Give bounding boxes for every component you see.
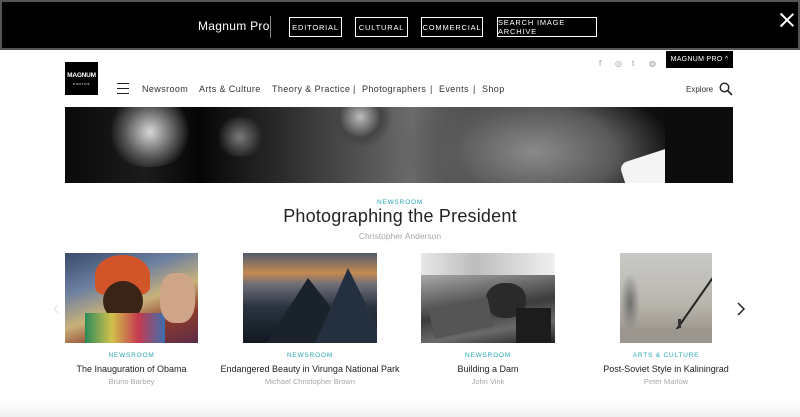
nav-shop[interactable]: Shop <box>482 84 505 94</box>
cultural-button[interactable]: CULTURAL <box>355 17 408 37</box>
search-image-archive-button[interactable]: SEARCH IMAGE ARCHIVE <box>497 17 597 37</box>
nav-separator: | <box>353 84 356 94</box>
nav-separator: | <box>430 84 433 94</box>
card-author: John Vink <box>471 377 505 386</box>
card-category[interactable]: NEWSROOM <box>421 352 555 359</box>
card-title[interactable]: Post-Soviet Style in Kaliningrad <box>591 364 741 374</box>
card-image[interactable] <box>620 253 712 343</box>
nav-newsroom[interactable]: Newsroom <box>142 84 188 94</box>
card-author: Michael Christopher Brown <box>264 377 356 386</box>
facebook-icon[interactable]: f <box>599 59 601 68</box>
divider <box>270 16 271 38</box>
nav-theory-practice[interactable]: Theory & Practice <box>272 84 350 94</box>
search-icon[interactable] <box>719 82 733 96</box>
card-image[interactable] <box>243 253 377 343</box>
close-icon[interactable] <box>778 11 796 29</box>
card-title[interactable]: Endangered Beauty in Virunga National Pa… <box>218 364 402 374</box>
card-category[interactable]: NEWSROOM <box>243 352 377 359</box>
card-title[interactable]: The Inauguration of Obama <box>65 364 198 374</box>
next-arrow-icon[interactable] <box>735 302 747 316</box>
card-author: Bruno Barbey <box>108 377 155 386</box>
card-category[interactable]: NEWSROOM <box>65 352 198 359</box>
magnum-logo[interactable]: MAGNUM PHOTOS <box>65 62 98 95</box>
card-category[interactable]: ARTS & CULTURE <box>596 352 736 359</box>
menu-icon[interactable] <box>117 83 129 95</box>
commercial-button[interactable]: COMMERCIAL <box>421 17 483 37</box>
featured-title[interactable]: Photographing the President <box>0 206 800 227</box>
twitter-icon[interactable]: t <box>632 59 634 68</box>
magnum-pro-bar: Magnum Pro EDITORIAL CULTURAL COMMERCIAL… <box>0 0 800 50</box>
card-title[interactable]: Building a Dam <box>421 364 555 374</box>
instagram-icon[interactable]: ◎ <box>615 59 622 68</box>
nav-events[interactable]: Events <box>439 84 469 94</box>
nav-photographers[interactable]: Photographers <box>362 84 426 94</box>
pinterest-icon[interactable]: ◍ <box>649 59 656 68</box>
featured-category[interactable]: NEWSROOM <box>0 199 800 206</box>
nav-arts-culture[interactable]: Arts & Culture <box>199 84 261 94</box>
page-bottom-fade <box>0 400 800 417</box>
editorial-button[interactable]: EDITORIAL <box>289 17 342 37</box>
logo-text: MAGNUM <box>67 72 96 79</box>
explore-link[interactable]: Explore <box>686 85 713 94</box>
card-image[interactable] <box>65 253 198 343</box>
featured-author[interactable]: Christopher Anderson <box>0 231 800 241</box>
hero-image[interactable] <box>65 107 733 183</box>
card-image[interactable] <box>421 253 555 343</box>
logo-subtext: PHOTOS <box>72 82 91 86</box>
card-author: Peter Marlow <box>643 377 689 386</box>
magnum-pro-tab[interactable]: MAGNUM PRO ^ <box>666 51 733 68</box>
magnum-pro-title: Magnum Pro <box>198 19 270 33</box>
previous-arrow-icon[interactable] <box>52 304 60 314</box>
nav-separator: | <box>473 84 476 94</box>
